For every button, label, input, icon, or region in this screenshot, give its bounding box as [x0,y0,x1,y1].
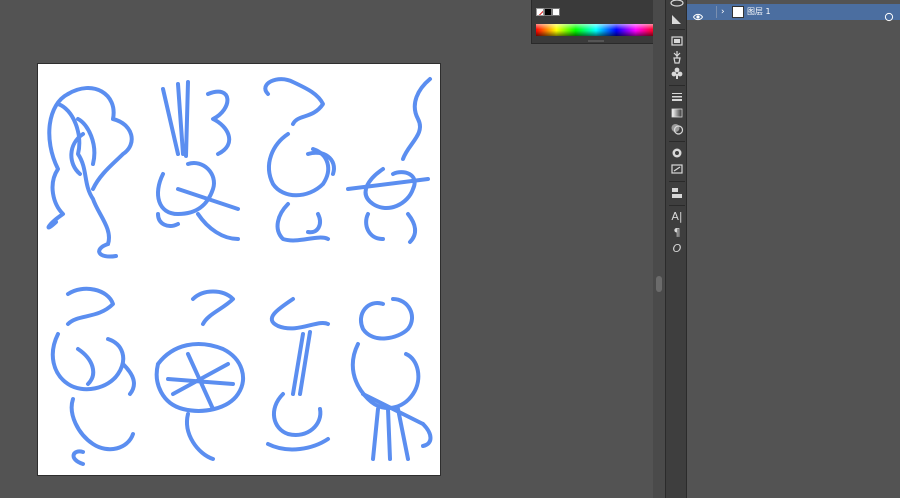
scrollbar-thumb[interactable] [656,276,662,292]
white-swatch[interactable] [552,8,560,16]
none-swatch[interactable] [536,8,544,16]
character-icon[interactable]: A| [669,210,685,224]
transparency-icon[interactable] [669,122,685,136]
opentype-icon[interactable]: O [669,242,685,256]
artboard[interactable] [37,63,441,476]
black-swatch[interactable] [544,8,552,16]
canvas-area[interactable] [0,0,665,498]
gradient-icon[interactable] [669,106,685,120]
image-trace-icon[interactable] [669,34,685,48]
symbols-icon[interactable] [669,66,685,80]
dock-scrollbar[interactable] [653,0,665,498]
appearance-icon[interactable] [669,146,685,160]
ornament-6[interactable] [154,289,245,461]
ornament-7[interactable] [266,297,330,452]
color-panel[interactable] [531,0,659,44]
panel-dock: A| ¶ O [665,0,687,498]
layer-name[interactable]: 图层 1 [747,6,771,18]
layers-panel: › 图层 1 [687,0,900,498]
transform-icon[interactable] [669,162,685,176]
ornament-8[interactable] [350,297,433,461]
ornament-3[interactable] [263,77,336,243]
eye-icon[interactable] [692,7,704,21]
artwork[interactable] [38,64,440,475]
ornament-2[interactable] [156,80,240,241]
layer-thumbnail [732,6,744,18]
ornament-4[interactable] [346,77,432,244]
ornament-1[interactable] [46,86,134,259]
color-spectrum[interactable] [536,24,656,36]
paragraph-icon[interactable]: ¶ [669,226,685,240]
panel-resize-grip[interactable] [588,40,604,42]
row-divider [716,6,717,18]
ornament-5[interactable] [50,286,136,466]
chevron-right-icon[interactable]: › [721,6,725,18]
stroke-icon[interactable] [669,90,685,104]
brushes-icon[interactable] [669,50,685,64]
layer-row[interactable]: › 图层 1 [687,4,900,22]
target-icon[interactable] [884,7,894,22]
graphic-styles-icon[interactable] [669,12,685,26]
align-icon[interactable] [669,186,685,200]
